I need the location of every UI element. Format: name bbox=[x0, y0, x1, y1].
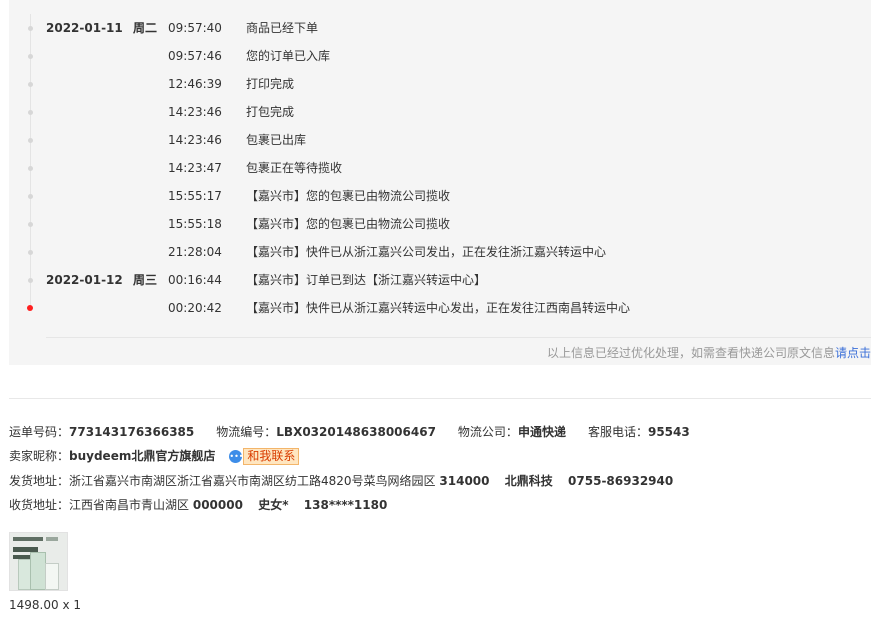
event-message: 您的订单已入库 bbox=[246, 49, 331, 63]
ship-from-row: 发货地址：浙江省嘉兴市南湖区浙江省嘉兴市南湖区纺工路4820号菜鸟网络园区 31… bbox=[9, 471, 673, 491]
event-message: 【嘉兴市】您的包裹已由物流公司揽收 bbox=[246, 217, 451, 231]
timeline-dot-icon bbox=[28, 250, 33, 255]
section-divider bbox=[9, 398, 871, 399]
tracking-note: 以上信息已经过优化处理，如需查看快递公司原文信息请点击 bbox=[547, 344, 871, 362]
event-time: 14:23:47 bbox=[168, 161, 222, 175]
product-thumbnail[interactable] bbox=[9, 532, 68, 591]
contact-seller-label: 和我联系 bbox=[243, 447, 300, 465]
chat-bubble-icon: ••• bbox=[229, 449, 244, 463]
tracking-event-row: 15:55:18 【嘉兴市】您的包裹已由物流公司揽收 bbox=[9, 214, 871, 234]
tracking-event-row: 2022-01-12 周三 00:16:44 【嘉兴市】订单已到达【浙江嘉兴转运中心】 bbox=[9, 270, 871, 290]
event-weekday: 周三 bbox=[133, 273, 158, 287]
event-time: 00:16:44 bbox=[168, 273, 222, 287]
timeline-dot-icon bbox=[28, 222, 33, 227]
product-price-qty: 1498.00 x 1 bbox=[9, 598, 81, 612]
timeline-dot-icon bbox=[28, 82, 33, 87]
event-message: 包裹已出库 bbox=[246, 133, 307, 147]
event-message: 打印完成 bbox=[246, 77, 295, 91]
tracking-divider bbox=[46, 337, 871, 338]
event-date: 2022-01-12 bbox=[46, 273, 123, 287]
event-time: 14:23:46 bbox=[168, 133, 222, 147]
event-message: 打包完成 bbox=[246, 105, 295, 119]
tracking-event-row: 14:23:47 包裹正在等待揽收 bbox=[9, 158, 871, 178]
tracking-event-row: 15:55:17 【嘉兴市】您的包裹已由物流公司揽收 bbox=[9, 186, 871, 206]
tracking-event-row: 12:46:39 打印完成 bbox=[9, 74, 871, 94]
tracking-panel: 2022-01-11 周二 09:57:40 商品已经下单 09:57:46 您的订单已入… bbox=[9, 0, 871, 365]
timeline-dot-icon bbox=[28, 194, 33, 199]
ship-to-address: 江西省南昌市青山湖区 bbox=[69, 498, 190, 512]
event-time: 09:57:40 bbox=[168, 21, 222, 35]
timeline-dot-icon bbox=[28, 26, 33, 31]
event-time: 12:46:39 bbox=[168, 77, 222, 91]
event-message: 包裹正在等待揽收 bbox=[246, 161, 343, 175]
view-original-link[interactable]: 请点击 bbox=[835, 346, 871, 360]
contact-seller-button[interactable]: ••• 和我联系 bbox=[229, 446, 300, 466]
tracking-note-text: 以上信息已经过优化处理，如需查看快递公司原文信息 bbox=[546, 346, 835, 360]
tracking-event-row: 14:23:46 包裹已出库 bbox=[9, 130, 871, 150]
seller-row: 卖家昵称：buydeem北鼎官方旗舰店 ••• 和我联系 bbox=[9, 446, 300, 466]
seller-label: 卖家昵称： bbox=[9, 449, 70, 463]
timeline-dot-icon bbox=[28, 166, 33, 171]
carrier-value: 申通快递 bbox=[517, 425, 566, 439]
event-message: 【嘉兴市】订单已到达【浙江嘉兴转运中心】 bbox=[246, 273, 487, 287]
tracking-no-label: 运单号码： bbox=[9, 425, 70, 439]
tracking-event-row: 09:57:46 您的订单已入库 bbox=[9, 46, 871, 66]
tracking-event-row: 00:20:42 【嘉兴市】快件已从浙江嘉兴转运中心发出，正在发往江西南昌转运中心 bbox=[9, 298, 871, 318]
event-message: 【嘉兴市】您的包裹已由物流公司揽收 bbox=[246, 189, 451, 203]
shipment-numbers-row: 运单号码：773143176366385 物流编号：LBX032014863800… bbox=[9, 422, 690, 442]
timeline-dot-icon bbox=[28, 138, 33, 143]
ship-to-zip: 000000 bbox=[192, 498, 243, 512]
ship-from-address: 浙江省嘉兴市南湖区浙江省嘉兴市南湖区纺工路4820号菜鸟网络园区 bbox=[69, 474, 436, 488]
event-date: 2022-01-11 bbox=[46, 21, 123, 35]
tracking-event-row: 2022-01-11 周二 09:57:40 商品已经下单 bbox=[9, 18, 871, 38]
event-message: 【嘉兴市】快件已从浙江嘉兴公司发出，正在发往浙江嘉兴转运中心 bbox=[246, 245, 607, 259]
ship-from-name: 北鼎科技 bbox=[504, 474, 553, 488]
event-time: 21:28:04 bbox=[168, 245, 222, 259]
ship-from-phone: 0755-86932940 bbox=[568, 474, 674, 488]
ship-to-phone: 138****1180 bbox=[303, 498, 388, 512]
event-time: 15:55:18 bbox=[168, 217, 222, 231]
ship-to-row: 收货地址：江西省南昌市青山湖区 000000 史女* 138****1180 bbox=[9, 495, 387, 515]
product-bottle-center bbox=[30, 552, 46, 590]
logistics-no-label: 物流编号： bbox=[216, 425, 277, 439]
event-time: 14:23:46 bbox=[168, 105, 222, 119]
event-message: 【嘉兴市】快件已从浙江嘉兴转运中心发出，正在发往江西南昌转运中心 bbox=[246, 301, 631, 315]
service-phone-value: 95543 bbox=[647, 425, 690, 439]
event-time: 15:55:17 bbox=[168, 189, 222, 203]
ship-from-label: 发货地址： bbox=[9, 474, 70, 488]
ship-to-label: 收货地址： bbox=[9, 498, 70, 512]
event-message: 商品已经下单 bbox=[246, 21, 319, 35]
product-bottle-right bbox=[45, 563, 59, 590]
logistics-no-value: LBX0320148638006467 bbox=[276, 425, 436, 439]
product-banner-bar bbox=[13, 537, 43, 541]
event-time: 09:57:46 bbox=[168, 49, 222, 63]
event-time: 00:20:42 bbox=[168, 301, 222, 315]
tracking-no-value: 773143176366385 bbox=[69, 425, 195, 439]
ship-from-zip: 314000 bbox=[439, 474, 490, 488]
product-banner-tag bbox=[46, 537, 58, 541]
seller-name-link[interactable]: buydeem北鼎官方旗舰店 bbox=[69, 449, 215, 463]
service-phone-label: 客服电话： bbox=[587, 425, 648, 439]
timeline-dot-icon bbox=[28, 110, 33, 115]
ship-to-name: 史女* bbox=[258, 498, 289, 512]
current-status-dot-icon bbox=[27, 305, 33, 311]
tracking-event-row: 21:28:04 【嘉兴市】快件已从浙江嘉兴公司发出，正在发往浙江嘉兴转运中心 bbox=[9, 242, 871, 262]
event-weekday: 周二 bbox=[133, 21, 158, 35]
tracking-event-row: 14:23:46 打包完成 bbox=[9, 102, 871, 122]
timeline-dot-icon bbox=[28, 54, 33, 59]
carrier-label: 物流公司： bbox=[457, 425, 518, 439]
timeline-dot-icon bbox=[28, 278, 33, 283]
